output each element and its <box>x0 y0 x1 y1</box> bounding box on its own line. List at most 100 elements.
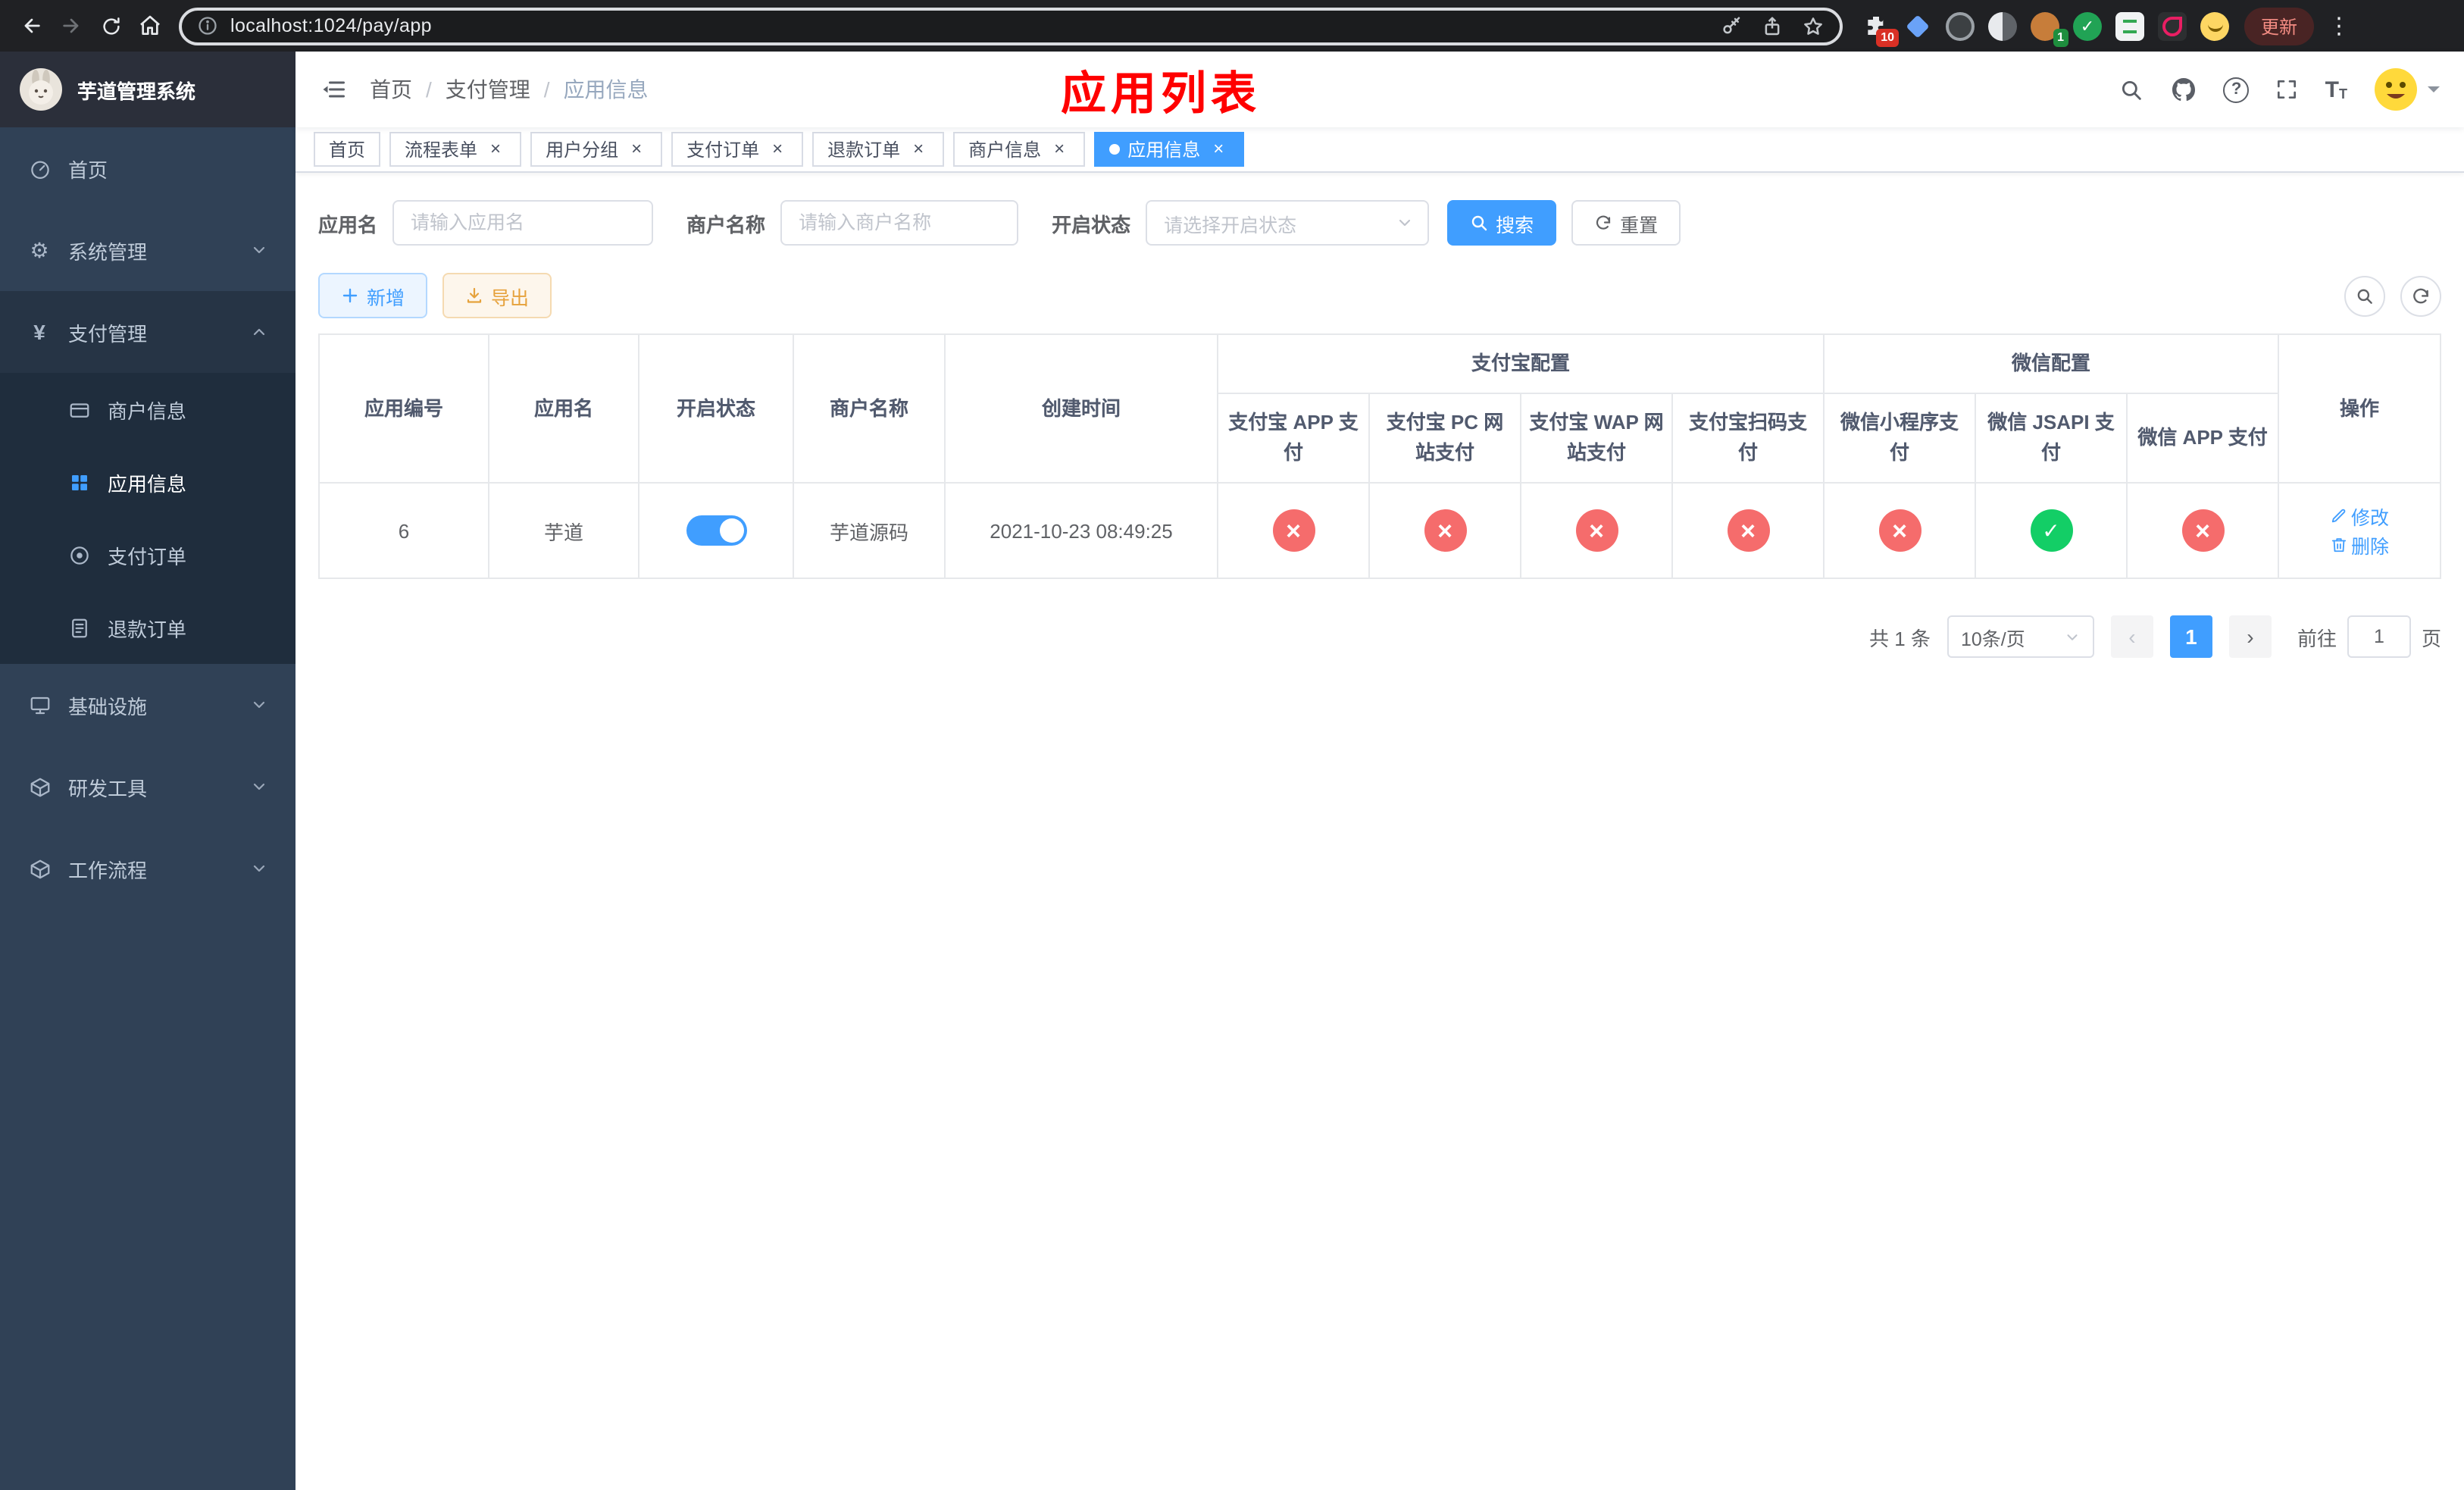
merchant-name-input[interactable] <box>780 200 1019 246</box>
tab-label: 商户信息 <box>968 139 1042 161</box>
extension-icon[interactable] <box>2115 11 2144 40</box>
sidebar-item-label: 支付订单 <box>108 545 187 568</box>
extension-icon[interactable] <box>1903 11 1932 40</box>
extension-badge: 1 <box>2053 28 2068 46</box>
edit-link-label: 修改 <box>2351 508 2390 530</box>
extension-icon[interactable]: ✓ <box>2073 11 2102 40</box>
column-header: 微信小程序支付 <box>1823 393 1977 484</box>
search-button[interactable]: 搜索 <box>1447 200 1557 246</box>
share-icon[interactable] <box>1761 14 1784 37</box>
breadcrumb-payment[interactable]: 支付管理 <box>446 74 530 105</box>
extension-icon[interactable] <box>1988 11 2017 40</box>
sidebar-item-workflow[interactable]: 工作流程 <box>0 828 295 909</box>
tab-merchant-info[interactable]: 商户信息 × <box>953 132 1086 167</box>
yen-icon: ¥ <box>33 320 45 344</box>
page-unit-label: 页 <box>2421 627 2441 650</box>
bookmark-star-icon[interactable] <box>1802 14 1825 37</box>
enable-toggle[interactable] <box>686 515 746 546</box>
tab-close-icon[interactable]: × <box>1049 138 1070 160</box>
sidebar-item-merchant-info[interactable]: 商户信息 <box>0 373 295 446</box>
show-search-icon[interactable] <box>2344 275 2385 316</box>
sidebar-toggle-icon[interactable] <box>320 76 347 103</box>
sidebar-item-label: 支付管理 <box>68 322 148 345</box>
reset-button[interactable]: 重置 <box>1571 200 1681 246</box>
goto-page-input[interactable] <box>2347 615 2411 659</box>
edit-link[interactable]: 修改 <box>2330 502 2389 531</box>
font-size-icon[interactable]: TT <box>2325 78 2347 101</box>
tab-close-icon[interactable]: × <box>908 138 929 160</box>
back-icon[interactable] <box>12 6 52 45</box>
sidebar-item-label: 商户信息 <box>108 399 187 422</box>
chevron-down-icon <box>250 778 268 796</box>
browser-update-button[interactable]: 更新 <box>2244 7 2315 45</box>
tab-process-form[interactable]: 流程表单 × <box>389 132 522 167</box>
tab-user-group[interactable]: 用户分组 × <box>530 132 663 167</box>
sidebar-logo[interactable]: 芋道管理系统 <box>0 52 295 127</box>
delete-link[interactable]: 删除 <box>2330 531 2389 560</box>
tab-refund-order[interactable]: 退款订单 × <box>812 132 945 167</box>
page-number[interactable]: 1 <box>2169 615 2212 659</box>
sidebar-item-label: 研发工具 <box>68 777 148 800</box>
sidebar-item-pay-order[interactable]: 支付订单 <box>0 518 295 591</box>
gear-icon: ⚙ <box>30 237 49 261</box>
tab-close-icon[interactable]: × <box>626 138 647 160</box>
profile-avatar-icon[interactable] <box>2200 11 2229 40</box>
sidebar-item-infrastructure[interactable]: 基础设施 <box>0 664 295 746</box>
reload-icon[interactable] <box>91 6 130 45</box>
column-header: 应用编号 <box>318 333 489 484</box>
tab-close-icon[interactable]: × <box>485 138 506 160</box>
password-key-icon[interactable] <box>1720 14 1743 37</box>
sidebar-item-system[interactable]: ⚙ 系统管理 <box>0 209 295 291</box>
tab-home[interactable]: 首页 <box>314 132 381 167</box>
status-select[interactable]: 请选择开启状态 <box>1146 200 1430 246</box>
url-bar[interactable]: localhost:1024/pay/app <box>179 7 1843 45</box>
search-icon[interactable] <box>2119 77 2145 102</box>
tab-app-info[interactable]: 应用信息 × <box>1094 132 1245 167</box>
refresh-icon[interactable] <box>2400 275 2441 316</box>
chevron-down-icon <box>2064 629 2081 646</box>
breadcrumb-home[interactable]: 首页 <box>370 74 412 105</box>
forward-icon[interactable] <box>52 6 91 45</box>
column-header: 微信 JSAPI 支付 <box>1975 393 2128 484</box>
pagination-total: 共 1 条 <box>1869 627 1931 650</box>
help-icon[interactable]: ? <box>2223 77 2250 102</box>
tab-pay-order[interactable]: 支付订单 × <box>671 132 804 167</box>
add-button[interactable]: 新增 <box>318 273 428 318</box>
page-size-select[interactable]: 10条/页 <box>1946 615 2094 659</box>
user-avatar[interactable] <box>2373 67 2440 112</box>
fullscreen-icon[interactable] <box>2275 77 2300 102</box>
column-header: 微信 APP 支付 <box>2126 393 2280 484</box>
sidebar-item-label: 基础设施 <box>68 695 148 718</box>
app-name-input[interactable] <box>392 200 654 246</box>
navbar-actions: ? TT <box>2119 67 2440 112</box>
add-button-label: 新增 <box>367 287 405 308</box>
extensions-puzzle-icon[interactable]: 10 <box>1861 11 1899 46</box>
tab-label: 首页 <box>329 139 366 161</box>
sidebar-item-refund-order[interactable]: 退款订单 <box>0 591 295 664</box>
sidebar-item-dev-tools[interactable]: 研发工具 <box>0 746 295 828</box>
right-toolbar <box>2344 275 2441 316</box>
sidebar-item-label: 系统管理 <box>68 240 148 263</box>
extension-icon[interactable]: 1 <box>2031 11 2068 46</box>
next-page-icon[interactable]: › <box>2228 615 2272 659</box>
browser-menu-icon[interactable]: ⋮ <box>2328 12 2352 39</box>
github-icon[interactable] <box>2171 76 2198 103</box>
sidebar-item-home[interactable]: 首页 <box>0 127 295 209</box>
page-annotation: 应用列表 <box>1061 70 1261 120</box>
sidebar: 芋道管理系统 首页 ⚙ 系统管理 ¥ 支付管理 商户信息 应用信息 支付订单 退… <box>0 52 295 1490</box>
sidebar-item-payment[interactable]: ¥ 支付管理 <box>0 291 295 373</box>
extension-icon[interactable] <box>1946 11 1975 40</box>
site-info-icon[interactable] <box>197 15 218 36</box>
sidebar-item-app-info[interactable]: 应用信息 <box>0 446 295 518</box>
tab-label: 用户分组 <box>546 139 619 161</box>
export-button[interactable]: 导出 <box>442 273 552 318</box>
page-content: 应用名 商户名称 开启状态 请选择开启状态 搜索 <box>295 173 2464 1490</box>
chevron-down-icon <box>250 241 268 259</box>
prev-page-icon[interactable]: ‹ <box>2110 615 2153 659</box>
status-wechat-app-icon <box>2181 509 2225 552</box>
extension-icon[interactable] <box>2158 11 2187 40</box>
tab-close-icon[interactable]: × <box>767 138 788 160</box>
tab-close-icon[interactable]: × <box>1208 138 1229 160</box>
home-icon[interactable] <box>130 6 170 45</box>
dashboard-icon <box>27 157 52 180</box>
